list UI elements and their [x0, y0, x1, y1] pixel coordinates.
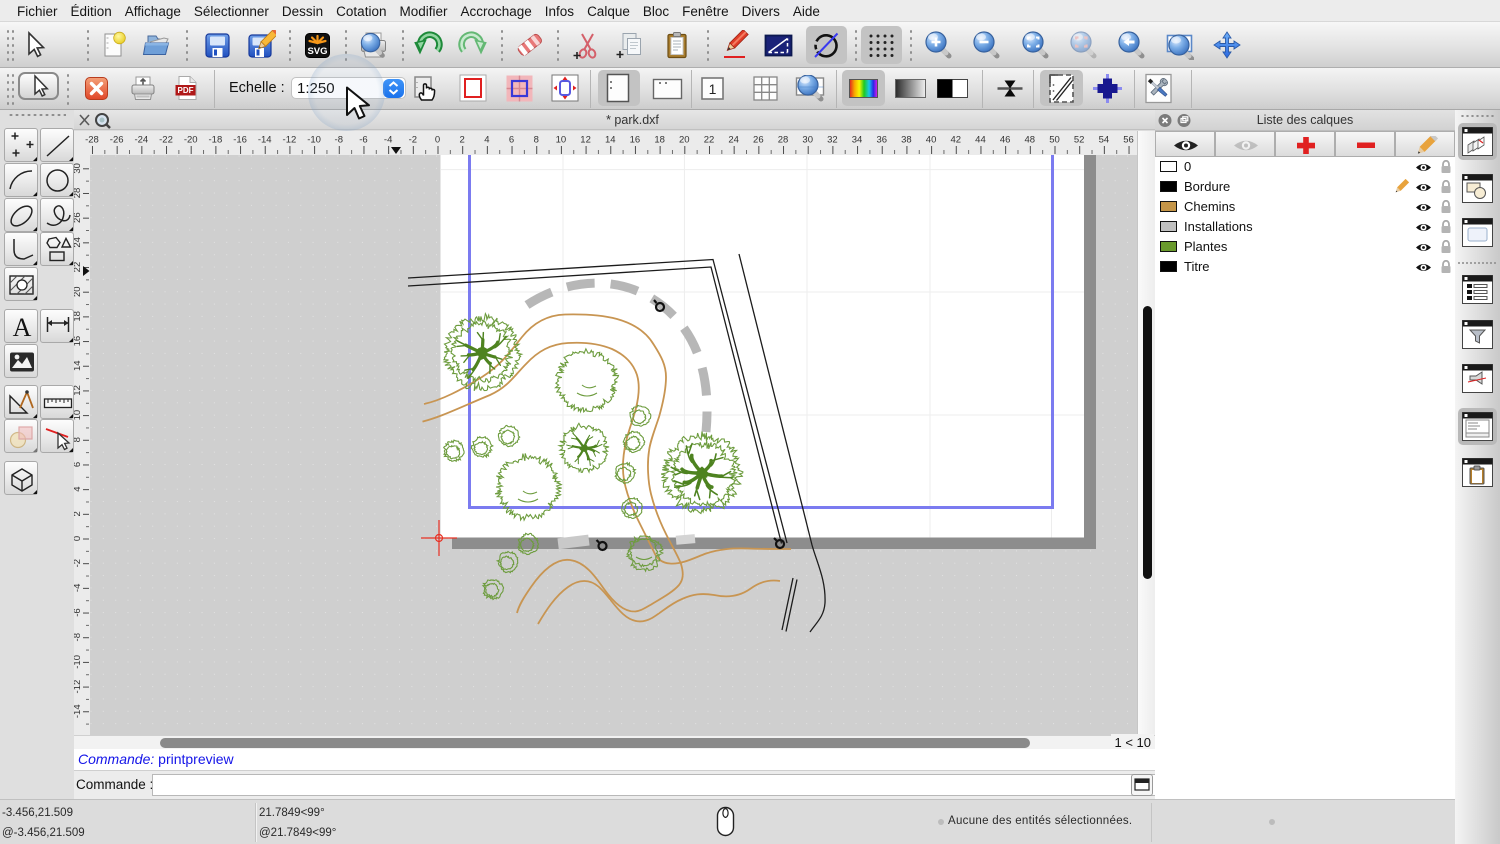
svg-text:-2: -2 [74, 559, 83, 567]
svg-text:48: 48 [1025, 135, 1036, 146]
svg-text:12: 12 [74, 385, 83, 396]
svg-text:54: 54 [1099, 135, 1110, 146]
svg-text:10: 10 [74, 410, 83, 421]
svg-text:2: 2 [74, 511, 83, 516]
svg-text:20: 20 [679, 135, 690, 146]
svg-text:24: 24 [74, 237, 83, 248]
svg-text:32: 32 [827, 135, 838, 146]
svg-text:18: 18 [654, 135, 665, 146]
svg-text:24: 24 [728, 135, 739, 146]
svg-text:-24: -24 [134, 135, 148, 146]
svg-text:-14: -14 [258, 135, 272, 146]
svg-text:8: 8 [534, 135, 539, 146]
svg-text:6: 6 [74, 462, 83, 467]
svg-text:34: 34 [852, 135, 863, 146]
svg-text:36: 36 [876, 135, 887, 146]
svg-text:4: 4 [484, 135, 489, 146]
svg-text:-8: -8 [74, 633, 83, 641]
svg-text:-10: -10 [74, 655, 83, 669]
svg-text:50: 50 [1049, 135, 1060, 146]
svg-text:-18: -18 [209, 135, 223, 146]
svg-text:10: 10 [556, 135, 567, 146]
svg-text:8: 8 [74, 437, 83, 442]
svg-text:22: 22 [704, 135, 715, 146]
svg-text:A: A [13, 313, 32, 342]
svg-text:0: 0 [74, 536, 83, 541]
svg-text:1: 1 [709, 81, 717, 97]
svg-text:20: 20 [74, 286, 83, 297]
svg-text:-26: -26 [110, 135, 124, 146]
svg-text:-16: -16 [233, 135, 247, 146]
svg-text:14: 14 [605, 135, 616, 146]
svg-text:42: 42 [950, 135, 961, 146]
svg-text:56: 56 [1123, 135, 1134, 146]
svg-text:-12: -12 [74, 680, 83, 694]
svg-text:4: 4 [74, 486, 83, 491]
svg-text:12: 12 [580, 135, 591, 146]
svg-text:-28: -28 [85, 135, 99, 146]
svg-text:2: 2 [460, 135, 465, 146]
svg-text:-20: -20 [184, 135, 198, 146]
svg-text:6: 6 [509, 135, 514, 146]
svg-text:-6: -6 [359, 135, 367, 146]
svg-text:-12: -12 [283, 135, 297, 146]
svg-text:44: 44 [975, 135, 986, 146]
svg-text:-14: -14 [74, 704, 83, 718]
svg-text:18: 18 [74, 311, 83, 322]
svg-text:26: 26 [753, 135, 764, 146]
svg-text:PDF: PDF [178, 86, 194, 95]
svg-text:-4: -4 [384, 135, 392, 146]
svg-text:30: 30 [802, 135, 813, 146]
svg-text:40: 40 [926, 135, 937, 146]
svg-text:28: 28 [74, 188, 83, 199]
svg-text:-6: -6 [74, 608, 83, 616]
svg-text:26: 26 [74, 212, 83, 223]
svg-text:28: 28 [778, 135, 789, 146]
svg-text:46: 46 [1000, 135, 1011, 146]
svg-text:14: 14 [74, 360, 83, 371]
svg-text:-8: -8 [335, 135, 343, 146]
svg-text:SVG: SVG [307, 46, 327, 57]
svg-text:-2: -2 [409, 135, 417, 146]
svg-text:16: 16 [74, 336, 83, 347]
svg-text:30: 30 [74, 163, 83, 174]
svg-text:-10: -10 [307, 135, 321, 146]
svg-text:-4: -4 [74, 584, 83, 592]
svg-text:-22: -22 [159, 135, 173, 146]
svg-text:38: 38 [901, 135, 912, 146]
svg-text:52: 52 [1074, 135, 1085, 146]
svg-text:22: 22 [74, 262, 83, 273]
svg-text:16: 16 [630, 135, 641, 146]
svg-text:0: 0 [435, 135, 440, 146]
